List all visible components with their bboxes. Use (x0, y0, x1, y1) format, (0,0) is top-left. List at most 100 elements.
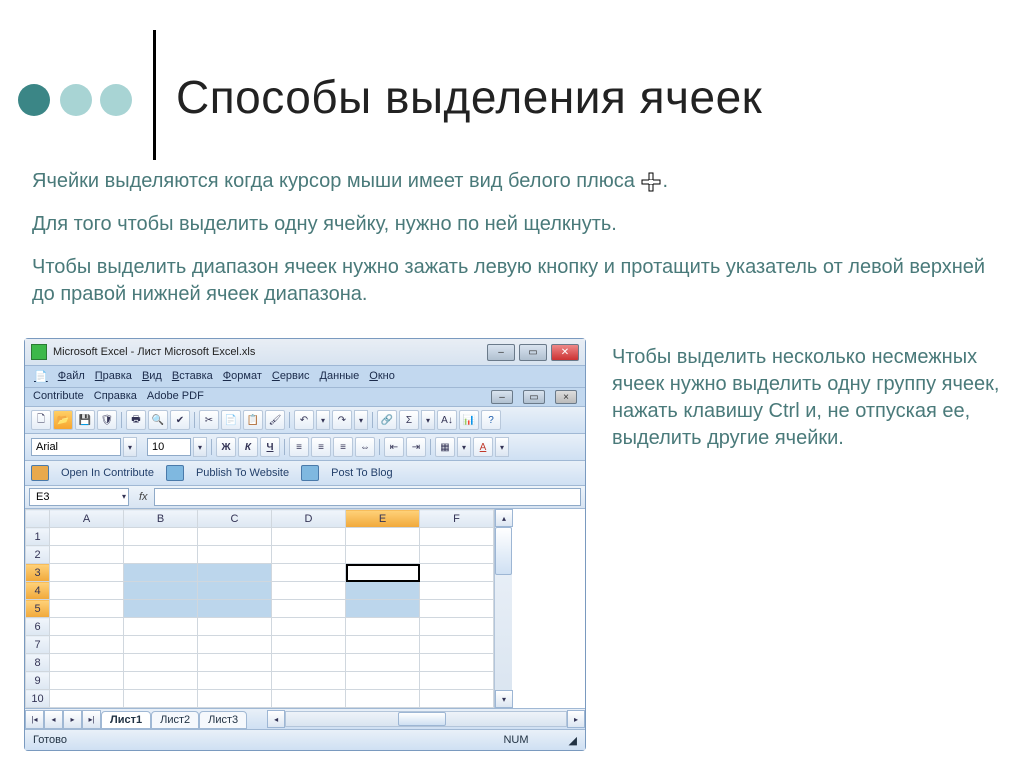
help-icon[interactable]: ? (481, 410, 501, 430)
cell[interactable] (420, 690, 494, 708)
sheet-tab-2[interactable]: Лист2 (151, 711, 199, 729)
menu-help[interactable]: Справка (94, 390, 137, 404)
col-header-a[interactable]: A (50, 510, 124, 528)
tab-nav-next-icon[interactable]: ▸ (63, 710, 82, 729)
permission-icon[interactable]: 🛡 (97, 410, 117, 430)
col-header-f[interactable]: F (420, 510, 494, 528)
borders-dropdown[interactable]: ▾ (457, 437, 471, 457)
cell[interactable] (124, 618, 198, 636)
row-header-7[interactable]: 7 (26, 636, 50, 654)
cell-selected[interactable] (198, 564, 272, 582)
cell[interactable] (420, 582, 494, 600)
menu-contribute[interactable]: Contribute (33, 390, 84, 404)
select-all-corner[interactable] (26, 510, 50, 528)
cell-selected[interactable] (124, 564, 198, 582)
open-icon[interactable]: 📂 (53, 410, 73, 430)
menu-format[interactable]: Формат (220, 368, 265, 385)
chart-icon[interactable]: 📊 (459, 410, 479, 430)
cell[interactable] (198, 618, 272, 636)
redo-icon[interactable]: ↷ (332, 410, 352, 430)
hscroll-track[interactable] (285, 711, 567, 727)
indent-dec-icon[interactable]: ⇤ (384, 437, 404, 457)
menu-view[interactable]: Вид (139, 368, 165, 385)
cell[interactable] (198, 636, 272, 654)
cell[interactable] (272, 564, 346, 582)
cell[interactable] (420, 636, 494, 654)
mdi-minimize[interactable]: – (491, 390, 513, 404)
cell[interactable] (346, 546, 420, 564)
row-header-4[interactable]: 4 (26, 582, 50, 600)
cell[interactable] (50, 690, 124, 708)
cell[interactable] (272, 636, 346, 654)
tab-nav-first-icon[interactable]: |◂ (25, 710, 44, 729)
scroll-right-icon[interactable]: ▸ (567, 710, 585, 728)
post-to-blog[interactable]: Post To Blog (331, 467, 393, 479)
align-center-icon[interactable]: ≡ (311, 437, 331, 457)
row-header-2[interactable]: 2 (26, 546, 50, 564)
scroll-down-icon[interactable]: ▾ (495, 690, 513, 708)
menu-window[interactable]: Окно (366, 368, 398, 385)
cell[interactable] (50, 636, 124, 654)
merge-center-icon[interactable]: ⇔ (355, 437, 375, 457)
cell[interactable] (272, 690, 346, 708)
font-name-input[interactable] (31, 438, 121, 456)
scroll-track[interactable] (495, 575, 512, 690)
cell[interactable] (272, 546, 346, 564)
formula-input[interactable] (154, 488, 581, 506)
hscroll-thumb[interactable] (398, 712, 446, 726)
cut-icon[interactable]: ✂ (199, 410, 219, 430)
cell[interactable] (198, 672, 272, 690)
cell-selected[interactable] (124, 582, 198, 600)
cell[interactable] (124, 654, 198, 672)
undo-dropdown[interactable]: ▾ (316, 410, 330, 430)
font-color-dropdown[interactable]: ▾ (495, 437, 509, 457)
cell[interactable] (272, 618, 346, 636)
cell[interactable] (50, 546, 124, 564)
vertical-scrollbar[interactable]: ▴ ▾ (494, 509, 512, 708)
cell[interactable] (346, 618, 420, 636)
underline-button[interactable]: Ч (260, 437, 280, 457)
col-header-b[interactable]: B (124, 510, 198, 528)
redo-dropdown[interactable]: ▾ (354, 410, 368, 430)
copy-icon[interactable]: 📄 (221, 410, 241, 430)
cell-selected[interactable] (124, 600, 198, 618)
cell[interactable] (124, 528, 198, 546)
row-header-6[interactable]: 6 (26, 618, 50, 636)
font-name-dropdown[interactable]: ▾ (123, 437, 137, 457)
cell[interactable] (50, 564, 124, 582)
cell[interactable] (420, 672, 494, 690)
menu-file[interactable]: Файл (55, 368, 88, 385)
cell[interactable] (198, 546, 272, 564)
cell[interactable] (272, 672, 346, 690)
mdi-close[interactable]: × (555, 390, 577, 404)
col-header-e[interactable]: E (346, 510, 420, 528)
cell[interactable] (124, 690, 198, 708)
format-painter-icon[interactable]: 🖌 (265, 410, 285, 430)
fx-label[interactable]: fx (139, 491, 148, 503)
cell-selected[interactable] (198, 600, 272, 618)
close-button[interactable]: ✕ (551, 344, 579, 361)
tab-nav-last-icon[interactable]: ▸| (82, 710, 101, 729)
cell[interactable] (124, 636, 198, 654)
font-color-icon[interactable]: A (473, 437, 493, 457)
tab-nav-prev-icon[interactable]: ◂ (44, 710, 63, 729)
cell[interactable] (346, 528, 420, 546)
spell-icon[interactable]: ✔ (170, 410, 190, 430)
scroll-up-icon[interactable]: ▴ (495, 509, 513, 527)
cell-selected[interactable] (346, 600, 420, 618)
cell[interactable] (346, 672, 420, 690)
cell[interactable] (346, 636, 420, 654)
cell-active-e3[interactable] (346, 564, 420, 582)
cell[interactable] (420, 600, 494, 618)
scroll-thumb[interactable] (495, 527, 512, 575)
align-left-icon[interactable]: ≡ (289, 437, 309, 457)
name-box-dropdown-icon[interactable]: ▾ (122, 492, 126, 501)
align-right-icon[interactable]: ≡ (333, 437, 353, 457)
cell[interactable] (198, 654, 272, 672)
menu-tools[interactable]: Сервис (269, 368, 313, 385)
cell[interactable] (50, 582, 124, 600)
cell-selected[interactable] (198, 582, 272, 600)
cell[interactable] (272, 582, 346, 600)
cell[interactable] (198, 690, 272, 708)
minimize-button[interactable]: – (487, 344, 515, 361)
